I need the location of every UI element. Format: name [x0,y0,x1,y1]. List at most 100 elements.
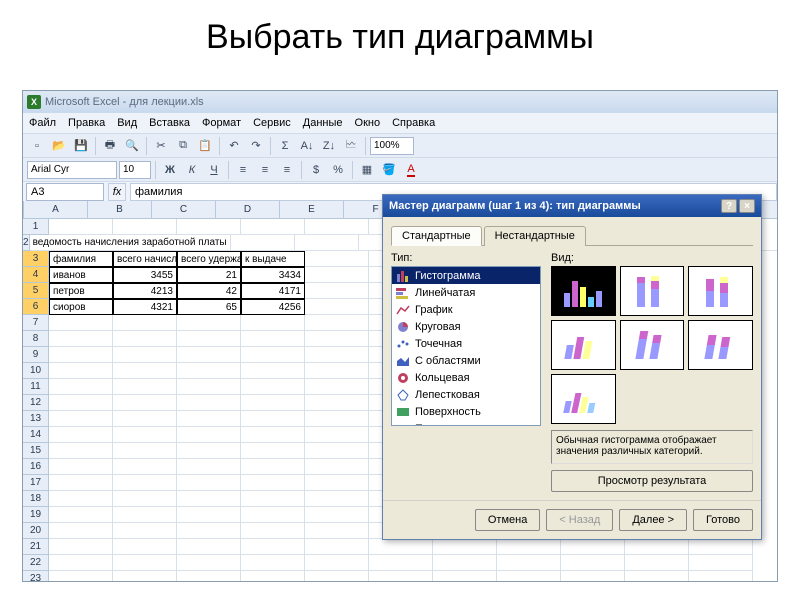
subtype-5[interactable] [620,320,685,370]
new-icon[interactable]: ▫ [27,136,47,156]
row-3[interactable]: 3 [23,251,49,267]
subtype-6[interactable] [688,320,753,370]
back-button[interactable]: < Назад [546,509,613,531]
row-17[interactable]: 17 [23,475,49,491]
col-C[interactable]: C [152,201,216,219]
type-radar[interactable]: Лепестковая [392,386,540,403]
cell-C4[interactable]: 21 [177,267,241,283]
cell-B4[interactable]: 3455 [113,267,177,283]
menu-help[interactable]: Справка [392,117,435,129]
menu-insert[interactable]: Вставка [149,117,190,129]
col-E[interactable]: E [280,201,344,219]
fill-color-icon[interactable]: 🪣 [379,160,399,180]
dialog-titlebar[interactable]: Мастер диаграмм (шаг 1 из 4): тип диагра… [383,195,761,217]
align-right-icon[interactable]: ≡ [277,160,297,180]
preview-icon[interactable]: 🔍 [122,136,142,156]
open-icon[interactable]: 📂 [49,136,69,156]
font-size-input[interactable] [119,161,151,179]
menu-data[interactable]: Данные [303,117,343,129]
currency-icon[interactable]: $ [306,160,326,180]
col-D[interactable]: D [216,201,280,219]
font-name-input[interactable] [27,161,117,179]
percent-icon[interactable]: % [328,160,348,180]
close-icon[interactable]: × [739,199,755,213]
save-icon[interactable]: 💾 [71,136,91,156]
print-icon[interactable]: 🖶 [100,136,120,156]
redo-icon[interactable]: ↷ [246,136,266,156]
finish-button[interactable]: Готово [693,509,753,531]
menu-edit[interactable]: Правка [68,117,105,129]
cell-C6[interactable]: 65 [177,299,241,315]
row-19[interactable]: 19 [23,507,49,523]
subtype-3[interactable] [688,266,753,316]
cell-D6[interactable]: 4256 [241,299,305,315]
subtype-1[interactable] [551,266,616,316]
tab-custom[interactable]: Нестандартные [484,226,586,246]
row-7[interactable]: 7 [23,315,49,331]
row-15[interactable]: 15 [23,443,49,459]
row-13[interactable]: 13 [23,411,49,427]
chart-type-list[interactable]: Гистограмма Линейчатая График Круговая Т… [391,266,541,426]
autosum-icon[interactable]: Σ [275,136,295,156]
menu-window[interactable]: Окно [355,117,381,129]
type-line[interactable]: График [392,301,540,318]
row-11[interactable]: 11 [23,379,49,395]
undo-icon[interactable]: ↶ [224,136,244,156]
type-scatter[interactable]: Точечная [392,335,540,352]
help-icon[interactable]: ? [721,199,737,213]
italic-icon[interactable]: К [182,160,202,180]
cell-C3[interactable]: всего удержано [177,251,241,267]
row-23[interactable]: 23 [23,571,49,581]
cell-D5[interactable]: 4171 [241,283,305,299]
type-bar[interactable]: Линейчатая [392,284,540,301]
row-5[interactable]: 5 [23,283,49,299]
row-22[interactable]: 22 [23,555,49,571]
menu-file[interactable]: Файл [29,117,56,129]
row-18[interactable]: 18 [23,491,49,507]
row-10[interactable]: 10 [23,363,49,379]
cell-B6[interactable]: 4321 [113,299,177,315]
type-area[interactable]: С областями [392,352,540,369]
tab-standard[interactable]: Стандартные [391,226,482,246]
menu-tools[interactable]: Сервис [253,117,291,129]
cell-D4[interactable]: 3434 [241,267,305,283]
cell-A3[interactable]: фамилия [49,251,113,267]
cell-A2[interactable]: ведомость начисления заработной платы [30,235,231,251]
row-16[interactable]: 16 [23,459,49,475]
sort-asc-icon[interactable]: A↓ [297,136,317,156]
cell-A4[interactable]: иванов [49,267,113,283]
type-bubble[interactable]: Пузырьковая [392,420,540,426]
type-surface[interactable]: Поверхность [392,403,540,420]
cell-B5[interactable]: 4213 [113,283,177,299]
cell-C5[interactable]: 42 [177,283,241,299]
paste-icon[interactable]: 📋 [195,136,215,156]
row-12[interactable]: 12 [23,395,49,411]
row-1[interactable]: 1 [23,219,49,235]
row-4[interactable]: 4 [23,267,49,283]
row-21[interactable]: 21 [23,539,49,555]
align-center-icon[interactable]: ≡ [255,160,275,180]
cancel-button[interactable]: Отмена [475,509,540,531]
col-A[interactable]: A [24,201,88,219]
next-button[interactable]: Далее > [619,509,687,531]
align-left-icon[interactable]: ≡ [233,160,253,180]
copy-icon[interactable]: ⧉ [173,136,193,156]
name-box[interactable]: A3 [26,183,104,201]
cut-icon[interactable]: ✂ [151,136,171,156]
sort-desc-icon[interactable]: Z↓ [319,136,339,156]
subtype-2[interactable] [620,266,685,316]
type-doughnut[interactable]: Кольцевая [392,369,540,386]
row-9[interactable]: 9 [23,347,49,363]
cell-B3[interactable]: всего начисленно [113,251,177,267]
row-20[interactable]: 20 [23,523,49,539]
type-pie[interactable]: Круговая [392,318,540,335]
underline-icon[interactable]: Ч [204,160,224,180]
row-14[interactable]: 14 [23,427,49,443]
font-color-icon[interactable]: A [401,160,421,180]
menu-format[interactable]: Формат [202,117,241,129]
cell-A5[interactable]: петров [49,283,113,299]
cell-D3[interactable]: к выдаче [241,251,305,267]
borders-icon[interactable]: ▦ [357,160,377,180]
zoom-input[interactable] [370,137,414,155]
chart-icon[interactable]: 🗠 [341,136,361,156]
